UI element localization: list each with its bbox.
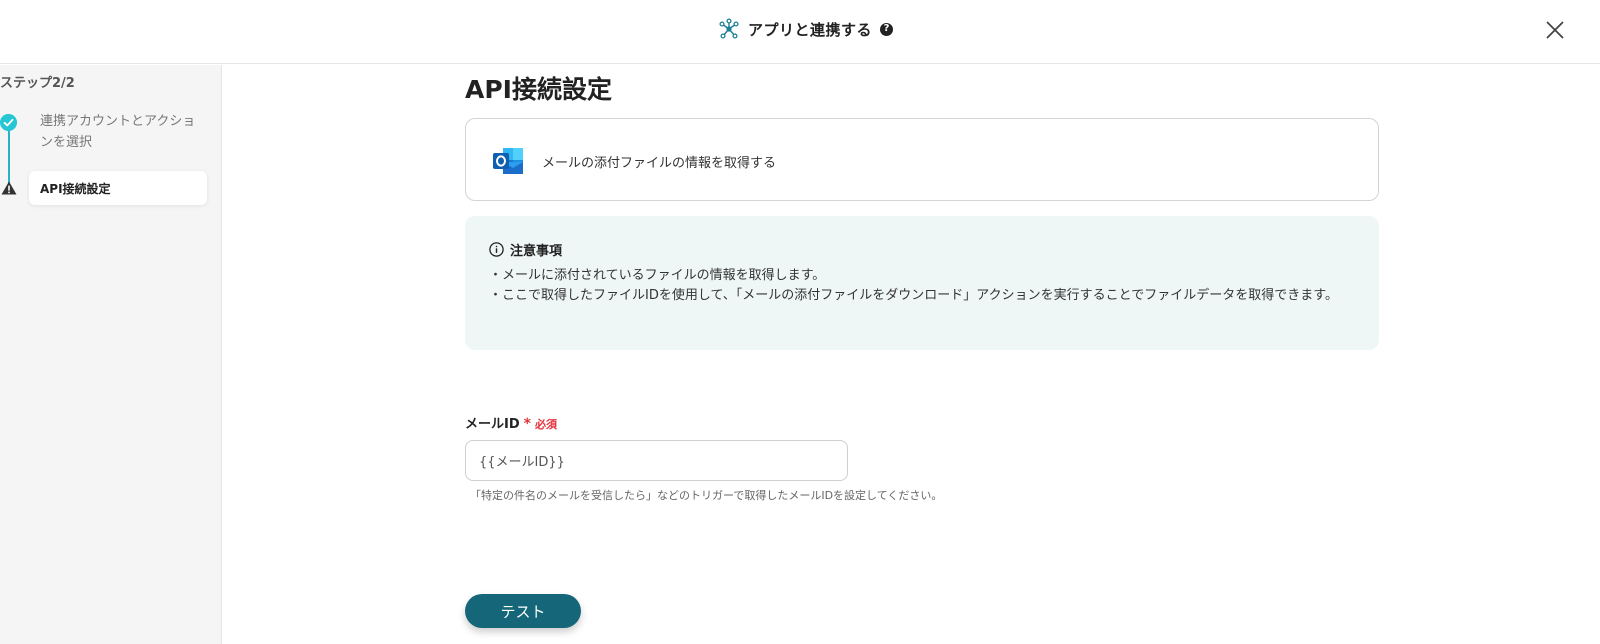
field-help-text: 「特定の件名のメールを受信したら」などのトリガーで取得したメールIDを設定してく… bbox=[470, 489, 943, 502]
field-label-text: メールID bbox=[465, 417, 520, 432]
mail-id-label: メールID * 必須 bbox=[465, 413, 557, 432]
header-title-group: アプリと連携する ? bbox=[718, 16, 894, 42]
notice-title: 注意事項 bbox=[510, 244, 563, 259]
modal-title: アプリと連携する bbox=[748, 20, 873, 39]
notice-body: ・メールに添付されているファイルの情報を取得します。 ・ここで取得したファイルI… bbox=[489, 266, 1355, 306]
notice-line: ・ここで取得したファイルIDを使用して、「メールの添付ファイルをダウンロード」ア… bbox=[489, 288, 1338, 303]
sidebar-item-label: API接続設定 bbox=[40, 182, 111, 196]
test-button[interactable]: テスト bbox=[465, 594, 581, 628]
notice-box: 注意事項 ・メールに添付されているファイルの情報を取得します。 ・ここで取得した… bbox=[465, 216, 1379, 350]
notice-header: 注意事項 bbox=[489, 240, 562, 259]
sidebar-item-select-account[interactable]: 連携アカウントとアクションを選択 bbox=[40, 111, 200, 153]
action-card: メールの添付ファイルの情報を取得する bbox=[465, 118, 1379, 201]
step-counter: ステップ2/2 bbox=[0, 76, 75, 91]
page-title: API接続設定 bbox=[465, 75, 612, 104]
modal-header: アプリと連携する ? bbox=[0, 0, 1600, 64]
action-name: メールの添付ファイルの情報を取得する bbox=[542, 156, 777, 171]
help-icon[interactable]: ? bbox=[880, 22, 894, 36]
warning-icon bbox=[1, 181, 17, 195]
mail-id-input[interactable] bbox=[465, 440, 848, 481]
notice-line: ・メールに添付されているファイルの情報を取得します。 bbox=[489, 268, 826, 283]
required-asterisk: * bbox=[523, 416, 531, 432]
required-badge: 必須 bbox=[534, 418, 557, 431]
info-icon bbox=[489, 242, 504, 257]
outlook-icon bbox=[493, 148, 523, 174]
sidebar-item-api-settings[interactable]: API接続設定 bbox=[29, 171, 207, 205]
check-icon bbox=[0, 114, 17, 131]
steps-sidebar: ステップ2/2 連携アカウントとアクションを選択 API接続設定 bbox=[0, 65, 222, 644]
close-icon[interactable] bbox=[1542, 17, 1568, 43]
network-hub-icon bbox=[719, 18, 739, 39]
